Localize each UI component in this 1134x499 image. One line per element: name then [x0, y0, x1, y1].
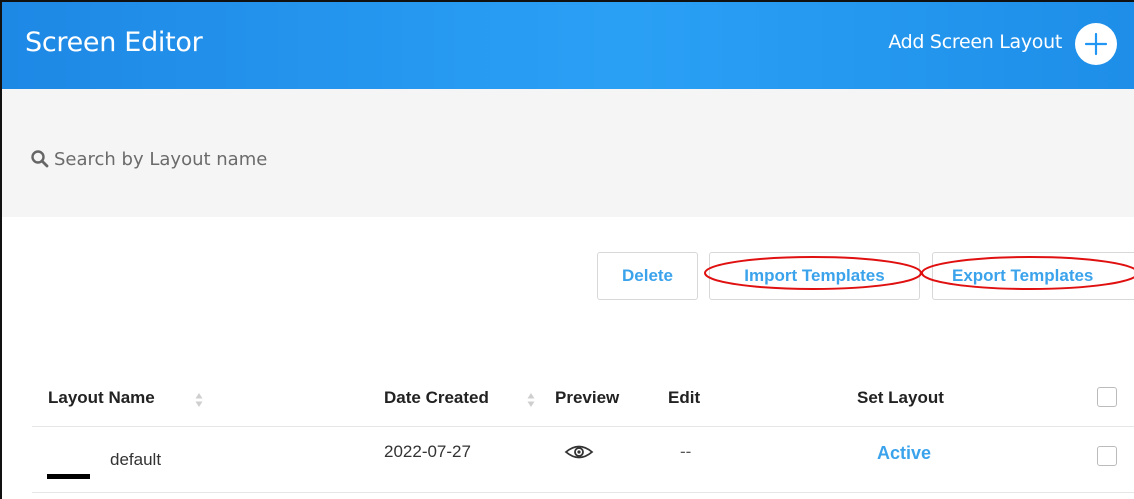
edit-cell: --: [680, 442, 692, 461]
import-templates-button[interactable]: Import Templates: [709, 252, 920, 300]
date-created-cell: 2022-07-27: [384, 442, 471, 461]
eye-icon[interactable]: [564, 443, 594, 461]
export-templates-button[interactable]: Export Templates: [932, 252, 1134, 300]
row-checkbox[interactable]: [1097, 446, 1117, 466]
select-all-checkbox[interactable]: [1097, 387, 1117, 407]
set-layout-active-link[interactable]: Active: [877, 443, 931, 464]
search-input[interactable]: [54, 145, 414, 173]
add-screen-layout-button[interactable]: [1075, 23, 1117, 65]
search-bar: [2, 89, 1134, 217]
screen-editor-page: Screen Editor Add Screen Layout Delete I…: [0, 0, 1134, 499]
column-header-layout-name[interactable]: Layout Name: [48, 388, 155, 408]
column-header-set-layout: Set Layout: [857, 388, 944, 407]
sort-icon[interactable]: [195, 392, 203, 408]
add-screen-layout-label[interactable]: Add Screen Layout: [888, 31, 1062, 53]
row-divider: [32, 426, 1134, 427]
layout-color-swatch: [47, 474, 90, 479]
column-header-edit: Edit: [668, 388, 701, 407]
header-bar: Screen Editor Add Screen Layout: [2, 2, 1134, 89]
column-header-preview: Preview: [555, 388, 620, 407]
sort-icon[interactable]: [527, 392, 535, 408]
page-title: Screen Editor: [25, 27, 203, 58]
delete-button[interactable]: Delete: [597, 252, 698, 300]
plus-icon: [1084, 32, 1108, 56]
row-divider: [32, 492, 1134, 493]
layout-name-cell: default: [110, 450, 162, 469]
column-header-date-created[interactable]: Date Created: [384, 388, 489, 408]
search-icon: [31, 150, 49, 168]
